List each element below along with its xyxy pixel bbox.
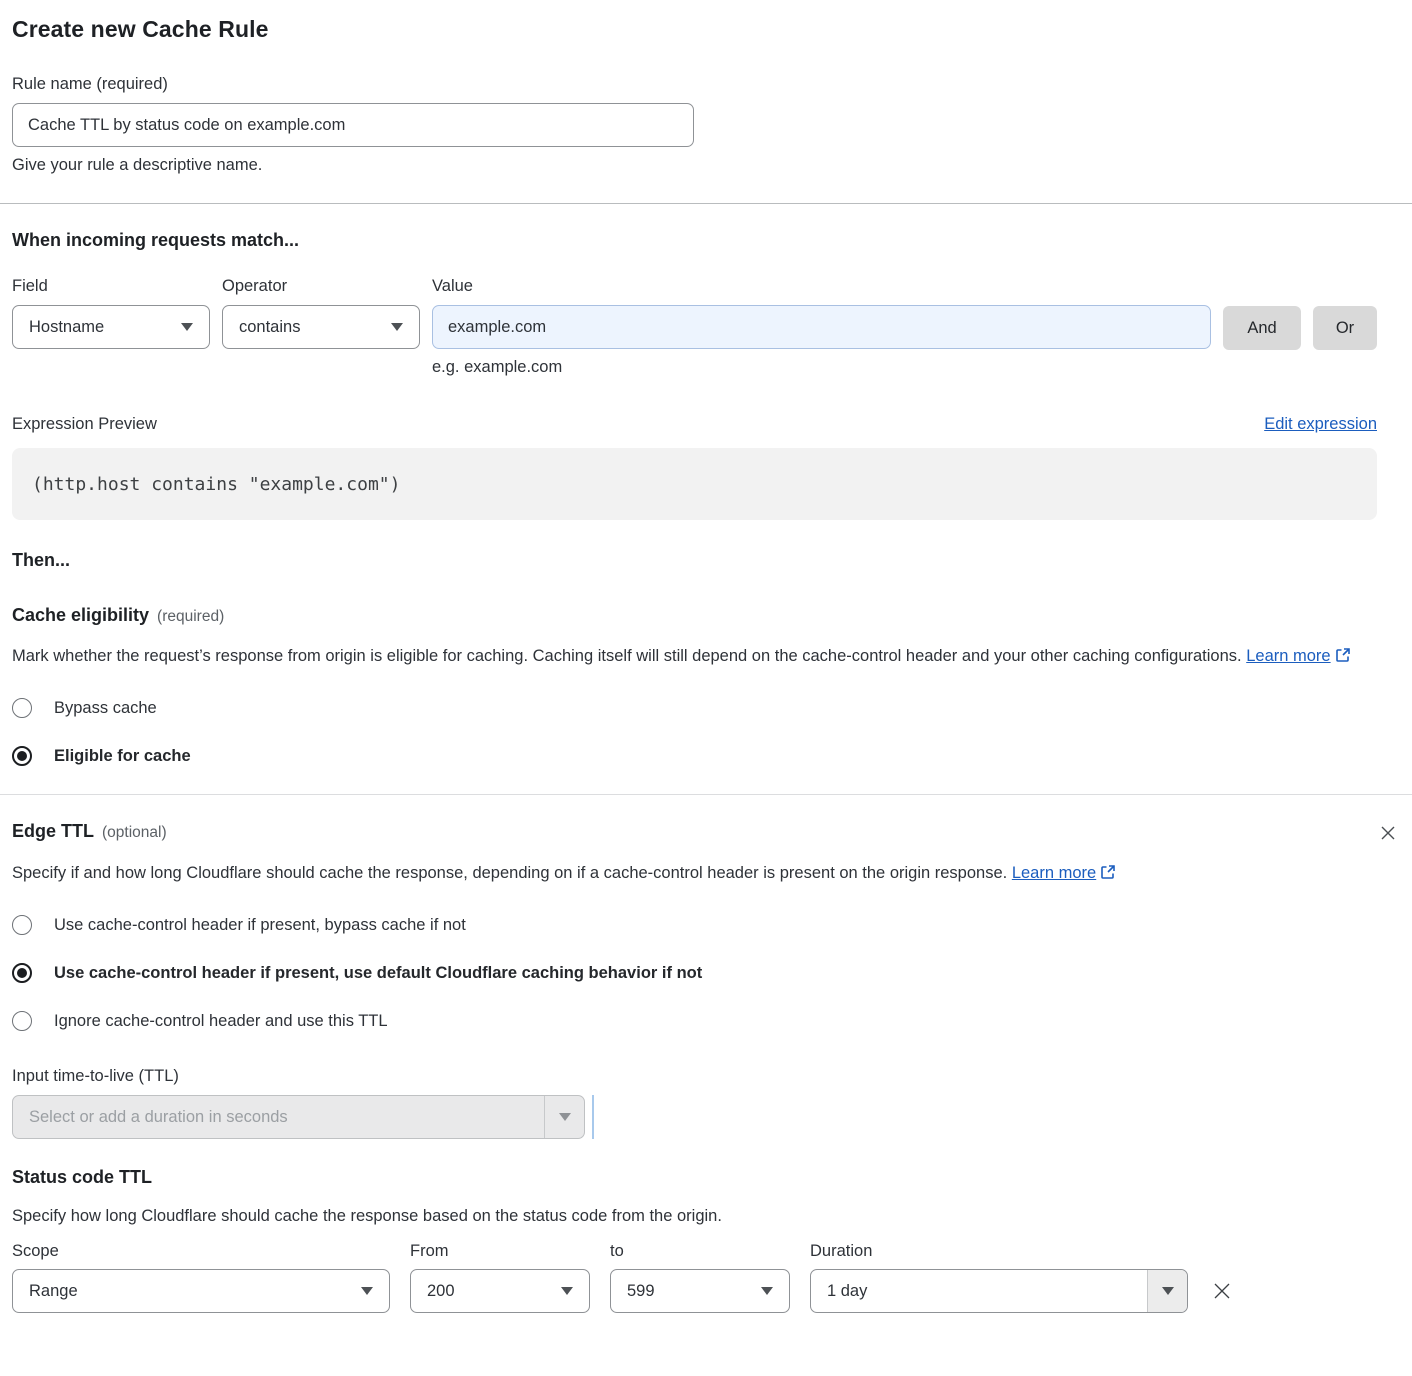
expression-code: (http.host contains "example.com")	[32, 474, 400, 495]
section-divider	[0, 203, 1412, 204]
field-select-value: Hostname	[29, 318, 104, 337]
focus-indicator	[592, 1095, 594, 1139]
or-button-column: Or	[1313, 306, 1377, 350]
to-select-value: 599	[627, 1282, 655, 1301]
expression-preview-label: Expression Preview	[12, 415, 157, 434]
to-column: to 599	[610, 1242, 790, 1313]
radio-label: Eligible for cache	[54, 747, 191, 766]
status-code-ttl-description: Specify how long Cloudflare should cache…	[12, 1202, 1400, 1230]
status-code-ttl-row: Scope Range From 200 to 599 Duration 1 d…	[12, 1242, 1400, 1313]
duration-select-value: 1 day	[827, 1282, 867, 1301]
value-help: e.g. example.com	[432, 358, 1211, 377]
radio-icon	[12, 1011, 32, 1031]
external-link-icon	[1100, 861, 1116, 889]
chevron-down-icon	[559, 1113, 571, 1121]
from-select[interactable]: 200	[410, 1269, 590, 1313]
rule-name-input[interactable]	[12, 103, 694, 147]
select-arrow-section	[1147, 1270, 1187, 1312]
field-select[interactable]: Hostname	[12, 305, 210, 349]
radio-icon	[12, 915, 32, 935]
radio-selected-icon	[12, 963, 32, 983]
radio-icon	[12, 698, 32, 718]
edge-ttl-description: Specify if and how long Cloudflare shoul…	[12, 859, 1122, 889]
from-select-value: 200	[427, 1282, 455, 1301]
page-title: Create new Cache Rule	[12, 16, 1400, 43]
from-label: From	[410, 1242, 590, 1261]
chevron-down-icon	[561, 1287, 573, 1295]
external-link-icon	[1335, 644, 1351, 672]
cache-eligibility-heading: Cache eligibility	[12, 605, 149, 626]
chevron-down-icon	[1162, 1287, 1174, 1295]
delete-icon	[1210, 1291, 1234, 1306]
ttl-duration-placeholder: Select or add a duration in seconds	[29, 1108, 288, 1127]
field-column: Field Hostname	[12, 277, 210, 349]
field-label: Field	[12, 277, 210, 296]
chevron-down-icon	[361, 1287, 373, 1295]
value-input[interactable]	[432, 305, 1211, 349]
expression-preview-header: Expression Preview Edit expression	[12, 415, 1377, 434]
bypass-if-no-header-option[interactable]: Use cache-control header if present, byp…	[12, 915, 1400, 935]
radio-label: Use cache-control header if present, use…	[54, 964, 702, 983]
scope-label: Scope	[12, 1242, 390, 1261]
edge-ttl-heading-row: Edge TTL (optional)	[12, 821, 1400, 845]
expression-preview-box: (http.host contains "example.com")	[12, 448, 1377, 520]
chevron-down-icon	[181, 323, 193, 331]
cache-eligibility-heading-row: Cache eligibility (required)	[12, 605, 1400, 626]
value-column: Value e.g. example.com	[432, 277, 1211, 377]
bypass-cache-option[interactable]: Bypass cache	[12, 698, 1400, 718]
operator-select-value: contains	[239, 318, 300, 337]
edge-ttl-options: Use cache-control header if present, byp…	[12, 915, 1400, 1031]
chevron-down-icon	[391, 323, 403, 331]
optional-tag: (optional)	[102, 824, 167, 842]
duration-column: Duration 1 day	[810, 1242, 1188, 1313]
from-column: From 200	[410, 1242, 590, 1313]
scope-select[interactable]: Range	[12, 1269, 390, 1313]
rule-name-help: Give your rule a descriptive name.	[12, 156, 694, 175]
remove-row-column	[1208, 1269, 1236, 1313]
scope-select-value: Range	[29, 1282, 78, 1301]
to-label: to	[610, 1242, 790, 1261]
or-button[interactable]: Or	[1313, 306, 1377, 350]
duration-label: Duration	[810, 1242, 1188, 1261]
operator-column: Operator contains	[222, 277, 420, 349]
select-arrow-section	[544, 1096, 584, 1138]
edit-expression-link[interactable]: Edit expression	[1264, 415, 1377, 434]
radio-selected-icon	[12, 746, 32, 766]
operator-label: Operator	[222, 277, 420, 296]
radio-label: Ignore cache-control header and use this…	[54, 1012, 388, 1031]
radio-label: Bypass cache	[54, 699, 157, 718]
eligible-for-cache-option[interactable]: Eligible for cache	[12, 746, 1400, 766]
close-icon	[1378, 831, 1398, 846]
ttl-duration-select[interactable]: Select or add a duration in seconds	[12, 1095, 585, 1139]
match-condition-row: Field Hostname Operator contains Value e…	[12, 277, 1377, 377]
ttl-input-row: Select or add a duration in seconds	[12, 1095, 1400, 1139]
cache-eligibility-description: Mark whether the request’s response from…	[12, 642, 1357, 672]
close-edge-ttl-button[interactable]	[1376, 821, 1400, 845]
edge-ttl-learn-more-link[interactable]: Learn more	[1012, 864, 1096, 882]
create-cache-rule-form: Create new Cache Rule Rule name (require…	[0, 0, 1412, 1313]
default-caching-behavior-option[interactable]: Use cache-control header if present, use…	[12, 963, 1400, 983]
required-tag: (required)	[157, 608, 224, 626]
status-code-ttl-heading: Status code TTL	[12, 1167, 1400, 1188]
cache-eligibility-learn-more-link[interactable]: Learn more	[1246, 647, 1330, 665]
radio-label: Use cache-control header if present, byp…	[54, 916, 466, 935]
and-button-column: And	[1223, 306, 1301, 350]
edge-ttl-heading: Edge TTL	[12, 821, 94, 842]
and-button[interactable]: And	[1223, 306, 1301, 350]
operator-select[interactable]: contains	[222, 305, 420, 349]
scope-column: Scope Range	[12, 1242, 390, 1313]
rule-name-label: Rule name (required)	[12, 75, 694, 94]
remove-status-ttl-button[interactable]	[1208, 1277, 1236, 1305]
match-heading: When incoming requests match...	[12, 230, 1400, 251]
chevron-down-icon	[761, 1287, 773, 1295]
ignore-header-use-ttl-option[interactable]: Ignore cache-control header and use this…	[12, 1011, 1400, 1031]
then-heading: Then...	[12, 550, 1400, 571]
rule-name-section: Rule name (required) Give your rule a de…	[12, 75, 694, 175]
ttl-input-label: Input time-to-live (TTL)	[12, 1067, 1400, 1086]
value-label: Value	[432, 277, 1211, 296]
section-divider	[0, 794, 1412, 795]
cache-eligibility-options: Bypass cache Eligible for cache	[12, 698, 1400, 766]
to-select[interactable]: 599	[610, 1269, 790, 1313]
duration-select[interactable]: 1 day	[810, 1269, 1188, 1313]
